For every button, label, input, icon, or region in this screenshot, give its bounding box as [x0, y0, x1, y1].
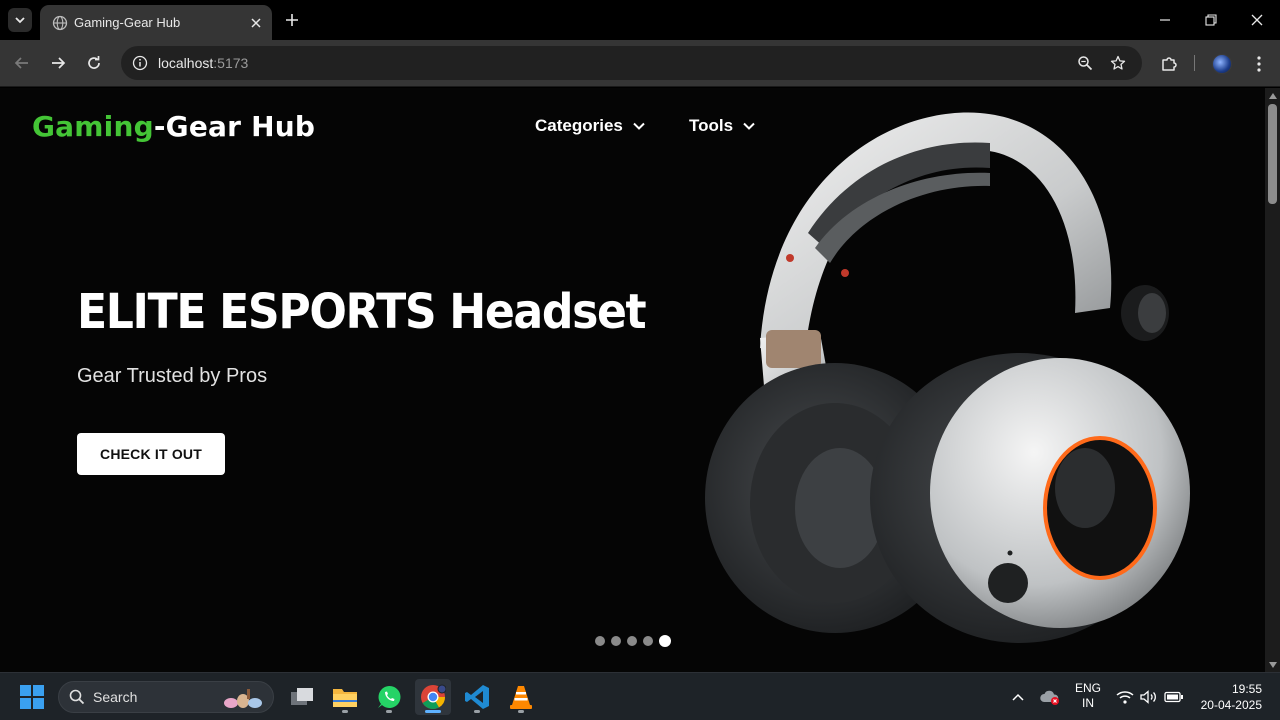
restore-button[interactable]	[1196, 8, 1226, 32]
carousel-dot-active[interactable]	[659, 635, 671, 647]
close-window-button[interactable]	[1242, 8, 1272, 32]
chevron-down-icon	[633, 122, 645, 130]
running-indicator	[386, 710, 392, 713]
show-hidden-icons-button[interactable]	[1010, 685, 1026, 709]
toolbar-divider	[1194, 55, 1195, 71]
vlc-icon	[510, 686, 532, 709]
running-indicator	[518, 710, 524, 713]
minimize-icon	[1160, 19, 1170, 21]
reload-icon	[88, 56, 100, 69]
restore-icon	[1205, 14, 1217, 26]
back-button[interactable]	[10, 51, 34, 75]
site-logo[interactable]: Gaming-Gear Hub	[32, 110, 315, 143]
vscode-icon	[465, 685, 489, 709]
system-clock[interactable]: 19:55 20-04-2025	[1192, 681, 1262, 713]
file-explorer-app[interactable]	[327, 679, 363, 715]
whatsapp-app[interactable]	[371, 679, 407, 715]
folder-icon	[333, 689, 357, 707]
whatsapp-icon	[378, 685, 401, 708]
onedrive-status[interactable]	[1040, 685, 1060, 709]
scroll-down-icon[interactable]	[1268, 660, 1277, 669]
carousel-dot[interactable]	[643, 636, 653, 646]
search-icon	[69, 689, 85, 705]
close-icon	[1251, 14, 1263, 26]
task-view-app[interactable]	[284, 679, 320, 715]
input-language[interactable]: ENG IN	[1072, 681, 1104, 711]
vscode-app[interactable]	[459, 679, 495, 715]
battery-status[interactable]	[1164, 685, 1184, 709]
nav-categories-label: Categories	[535, 116, 623, 135]
bookmark-button[interactable]	[1104, 46, 1132, 80]
search-label: Search	[93, 689, 138, 705]
hero-subtitle: Gear Trusted by Pros	[77, 365, 268, 387]
volume-icon	[1140, 690, 1156, 704]
carousel-dot[interactable]	[595, 636, 605, 646]
windows-start-icon[interactable]	[20, 685, 44, 709]
scroll-up-icon[interactable]	[1268, 91, 1277, 100]
logo-part-gaming: Gaming	[32, 110, 154, 143]
check-it-out-button[interactable]: CHECK IT OUT	[77, 433, 225, 475]
volume-status[interactable]	[1140, 685, 1158, 709]
carousel-dot[interactable]	[627, 636, 637, 646]
chrome-app[interactable]	[415, 679, 451, 715]
profile-avatar[interactable]	[1212, 54, 1232, 74]
running-indicator	[425, 710, 441, 713]
vlc-app[interactable]	[503, 679, 539, 715]
tab-search-button[interactable]	[8, 8, 32, 32]
clock-time: 19:55	[1231, 682, 1262, 696]
carousel-dot[interactable]	[611, 636, 621, 646]
arrow-right-icon	[52, 57, 66, 69]
minimize-button[interactable]	[1150, 8, 1180, 32]
browser-tab[interactable]: Gaming-Gear Hub	[40, 5, 272, 40]
webpage: Gaming-Gear Hub Categories Tools ELITE E…	[0, 88, 1265, 672]
extensions-button[interactable]	[1156, 51, 1182, 77]
battery-icon	[1164, 691, 1183, 703]
url-text: localhost:5173	[158, 55, 249, 71]
tab-title: Gaming-Gear Hub	[74, 15, 181, 30]
forward-button[interactable]	[46, 51, 70, 75]
carousel-indicators	[595, 635, 671, 647]
address-bar[interactable]: localhost:5173	[121, 46, 1142, 80]
browser-menu-button[interactable]	[1246, 51, 1272, 77]
wifi-status[interactable]	[1116, 685, 1134, 709]
logo-part-gear-hub: -Gear Hub	[153, 110, 316, 143]
plus-icon	[286, 14, 298, 26]
windows-taskbar: Search ENG IN 19:55 20-04-2025	[0, 672, 1280, 720]
globe-icon	[52, 15, 68, 31]
site-info-icon[interactable]	[123, 46, 157, 80]
scroll-thumb[interactable]	[1268, 104, 1277, 204]
nav-categories[interactable]: Categories	[535, 116, 645, 136]
search-highlight-icon	[224, 689, 262, 708]
kebab-menu-icon	[1257, 56, 1261, 72]
headset-image	[705, 112, 1190, 643]
page-scrollbar[interactable]	[1265, 88, 1280, 672]
clock-date: 20-04-2025	[1200, 698, 1262, 712]
running-indicator	[474, 710, 480, 713]
reload-button[interactable]	[82, 51, 106, 75]
language-region: IN	[1082, 696, 1094, 710]
arrow-left-icon	[14, 57, 28, 69]
zoom-button[interactable]	[1071, 46, 1099, 80]
browser-toolbar: localhost:5173	[0, 40, 1280, 87]
browser-tab-bar: Gaming-Gear Hub	[0, 0, 1280, 40]
chevron-down-icon	[15, 17, 25, 24]
taskbar-search[interactable]: Search	[58, 681, 274, 713]
new-tab-button[interactable]	[282, 10, 302, 30]
hero-title: ELITE ESPORTS Headset	[77, 284, 647, 340]
task-view-icon	[291, 688, 313, 705]
chrome-icon	[421, 684, 446, 710]
running-indicator	[342, 710, 348, 713]
zoom-icon	[1078, 56, 1093, 71]
tab-close-icon[interactable]	[248, 15, 264, 31]
wifi-icon	[1116, 691, 1134, 704]
chevron-up-icon	[1012, 693, 1024, 701]
star-icon	[1110, 55, 1126, 70]
cloud-error-icon	[1040, 690, 1059, 705]
language-code: ENG	[1074, 681, 1101, 695]
puzzle-icon	[1162, 57, 1177, 71]
